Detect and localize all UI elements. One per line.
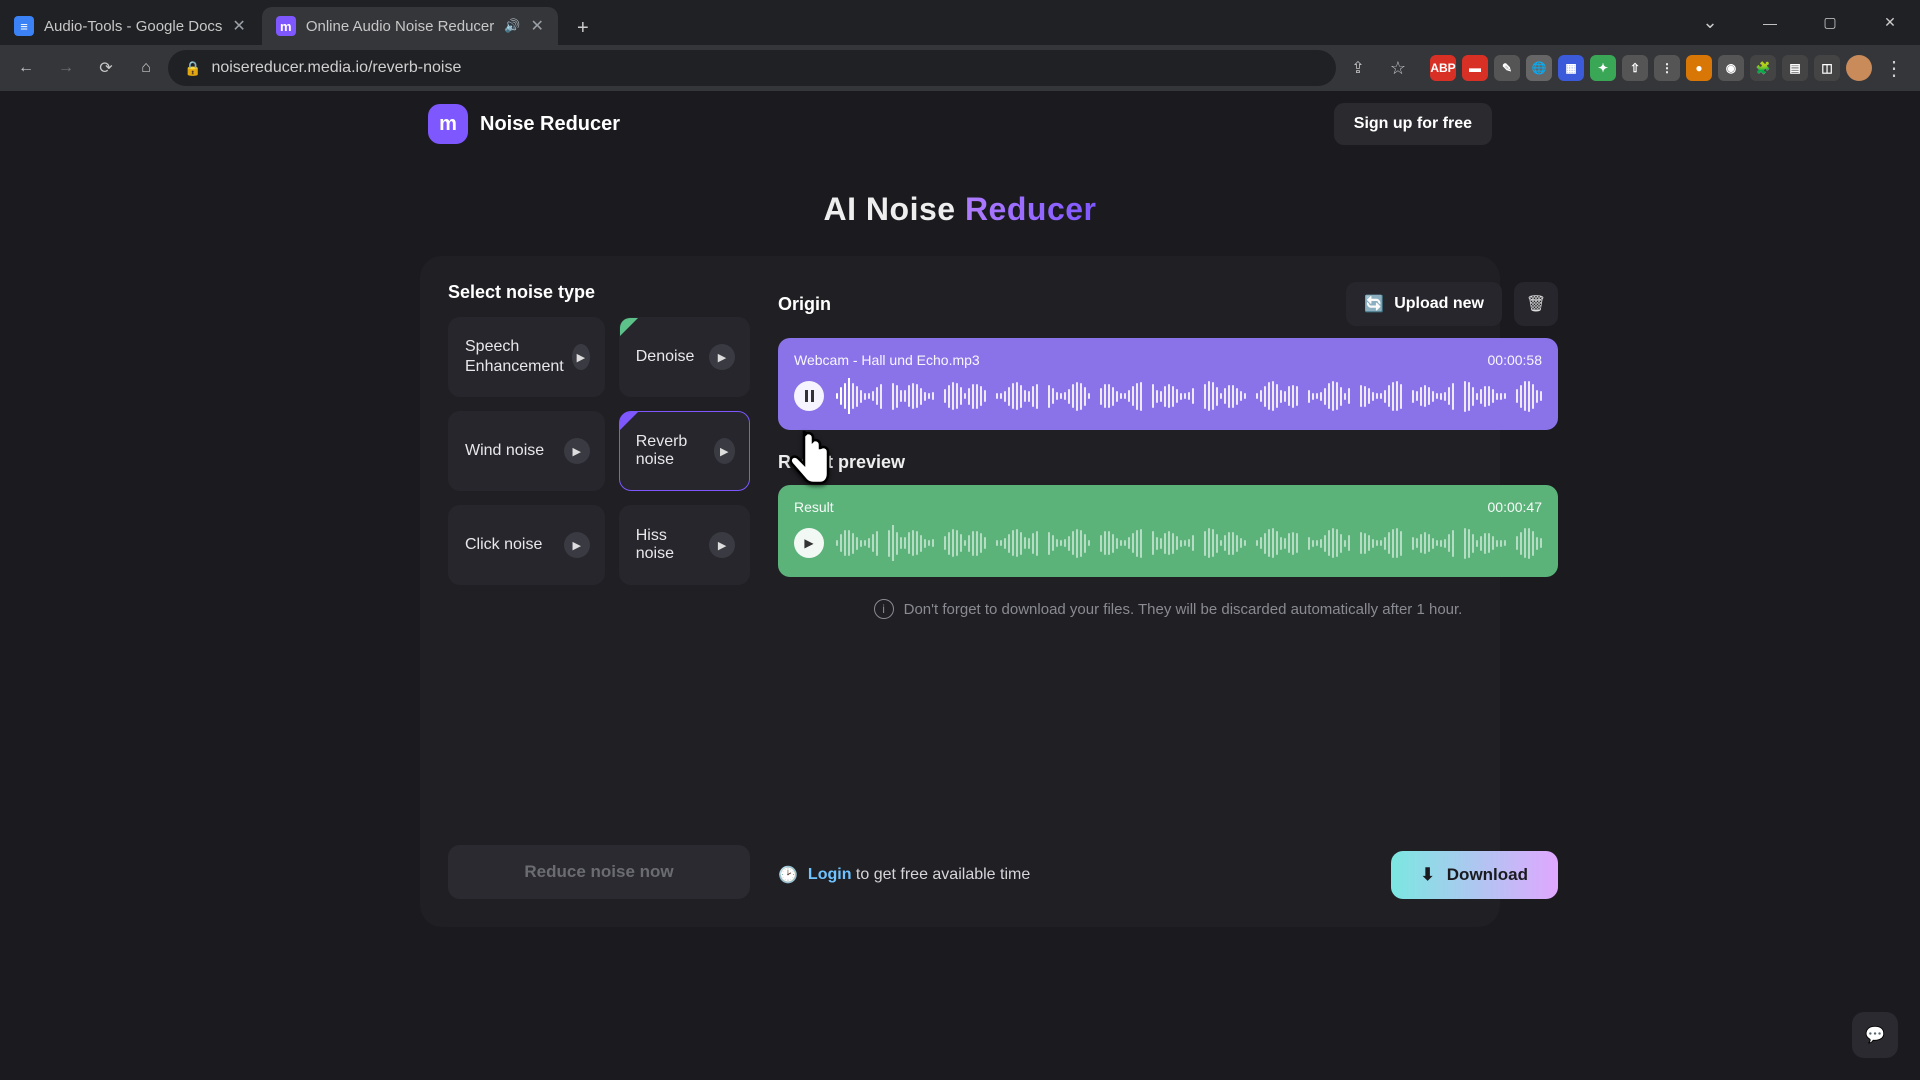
download-icon: ⬇	[1421, 865, 1435, 885]
result-play-button[interactable]: ▶	[794, 528, 824, 558]
play-icon[interactable]: ▶	[709, 344, 735, 370]
tab-noise-reducer[interactable]: m Online Audio Noise Reducer 🔊 ✕	[262, 7, 558, 45]
minimize-button[interactable]: ―	[1740, 0, 1800, 45]
play-icon[interactable]: ▶	[714, 438, 735, 464]
ext-orange-icon[interactable]: ●	[1686, 55, 1712, 81]
result-waveform[interactable]	[836, 525, 1542, 561]
noise-type-heading: Select noise type	[448, 282, 750, 303]
chevron-down-icon[interactable]: ⌄	[1680, 0, 1740, 45]
ext-blue-icon[interactable]: ▦	[1558, 55, 1584, 81]
download-button[interactable]: ⬇ Download	[1391, 851, 1558, 899]
ext-globe-icon[interactable]: 🌐	[1526, 55, 1552, 81]
result-label: Result	[794, 499, 834, 515]
noise-reducer-icon: m	[276, 16, 296, 36]
extensions-icon[interactable]: 🧩	[1750, 55, 1776, 81]
play-icon: ▶	[804, 536, 813, 550]
gdocs-icon: ≡	[14, 16, 34, 36]
chat-fab-button[interactable]: 💬	[1852, 1012, 1898, 1058]
ext-grey2-icon[interactable]: ⋮	[1654, 55, 1680, 81]
lock-icon: 🔒	[184, 60, 201, 77]
download-hint: i Don't forget to download your files. T…	[778, 599, 1558, 619]
extensions: ABP ▬ ✎ 🌐 ▦ ✦ ⇧ ⋮ ● ◉ 🧩 ▤ ◫	[1430, 55, 1872, 81]
upload-icon: 🔄	[1364, 294, 1384, 314]
ext-abp-icon[interactable]: ABP	[1430, 55, 1456, 81]
result-heading: Result preview	[778, 452, 1558, 473]
play-icon[interactable]: ▶	[564, 532, 590, 558]
noise-type-hiss[interactable]: Hiss noise ▶	[619, 505, 750, 585]
noise-type-reverb[interactable]: Reverb noise ▶	[619, 411, 750, 491]
noise-type-denoise[interactable]: Denoise ▶	[619, 317, 750, 397]
star-icon[interactable]: ☆	[1380, 50, 1416, 86]
info-icon: i	[874, 599, 894, 619]
app-header: m Noise Reducer Sign up for free	[420, 91, 1500, 157]
tab-title: Audio-Tools - Google Docs	[44, 18, 222, 35]
ext-green-icon[interactable]: ✦	[1590, 55, 1616, 81]
play-icon[interactable]: ▶	[572, 344, 590, 370]
reduce-noise-button[interactable]: Reduce noise now	[448, 845, 750, 899]
trash-icon: 🗑	[1526, 294, 1546, 314]
origin-pause-button[interactable]	[794, 381, 824, 411]
noise-type-speech-enhancement[interactable]: Speech Enhancement ▶	[448, 317, 605, 397]
forward-button[interactable]: →	[48, 50, 84, 86]
page-title: AI Noise Reducer	[0, 191, 1920, 228]
ext-grey-icon[interactable]: ⇧	[1622, 55, 1648, 81]
play-icon[interactable]: ▶	[709, 532, 735, 558]
brand-logo: m	[428, 104, 468, 144]
origin-audio-box: Webcam - Hall und Echo.mp3 00:00:58	[778, 338, 1558, 430]
brand-name: Noise Reducer	[480, 113, 620, 136]
back-button[interactable]: ←	[8, 50, 44, 86]
tab-title: Online Audio Noise Reducer	[306, 18, 494, 35]
pause-icon	[805, 390, 814, 402]
ext-bar-icon[interactable]: ▤	[1782, 55, 1808, 81]
origin-heading: Origin	[778, 294, 831, 315]
signup-button[interactable]: Sign up for free	[1334, 103, 1492, 145]
chat-icon: 💬	[1865, 1025, 1885, 1045]
address-bar[interactable]: 🔒 noisereducer.media.io/reverb-noise	[168, 50, 1336, 86]
home-button[interactable]: ⌂	[128, 50, 164, 86]
share-icon[interactable]: ⇪	[1340, 50, 1376, 86]
clock-icon: 🕑	[778, 865, 798, 885]
origin-duration: 00:00:58	[1488, 352, 1543, 368]
tab-gdocs[interactable]: ≡ Audio-Tools - Google Docs ✕	[0, 7, 260, 45]
close-window-button[interactable]: ✕	[1860, 0, 1920, 45]
delete-button[interactable]: 🗑	[1514, 282, 1558, 326]
noise-type-wind[interactable]: Wind noise ▶	[448, 411, 605, 491]
result-duration: 00:00:47	[1488, 499, 1543, 515]
login-hint: 🕑 Login to get free available time	[778, 865, 1030, 885]
sound-icon[interactable]: 🔊	[504, 18, 520, 34]
url-text: noisereducer.media.io/reverb-noise	[211, 59, 461, 77]
reload-button[interactable]: ⟳	[88, 50, 124, 86]
ext-red-icon[interactable]: ▬	[1462, 55, 1488, 81]
sidepanel-icon[interactable]: ◫	[1814, 55, 1840, 81]
origin-filename: Webcam - Hall und Echo.mp3	[794, 352, 980, 368]
noise-type-click[interactable]: Click noise ▶	[448, 505, 605, 585]
kebab-menu-icon[interactable]: ⋮	[1876, 50, 1912, 86]
new-tab-button[interactable]: +	[566, 11, 600, 45]
ext-swirl-icon[interactable]: ◉	[1718, 55, 1744, 81]
close-icon[interactable]: ✕	[232, 16, 245, 36]
avatar[interactable]	[1846, 55, 1872, 81]
upload-new-button[interactable]: 🔄 Upload new	[1346, 282, 1502, 326]
ext-pin-icon[interactable]: ✎	[1494, 55, 1520, 81]
browser-titlebar: ≡ Audio-Tools - Google Docs ✕ m Online A…	[0, 0, 1920, 45]
login-link[interactable]: Login	[808, 866, 852, 883]
browser-toolbar: ← → ⟳ ⌂ 🔒 noisereducer.media.io/reverb-n…	[0, 45, 1920, 91]
origin-waveform[interactable]	[836, 378, 1542, 414]
result-audio-box: Result 00:00:47 ▶	[778, 485, 1558, 577]
maximize-button[interactable]: ▢	[1800, 0, 1860, 45]
main-card: Select noise type Speech Enhancement ▶ D…	[420, 256, 1500, 927]
close-icon[interactable]: ✕	[530, 16, 543, 36]
play-icon[interactable]: ▶	[564, 438, 590, 464]
